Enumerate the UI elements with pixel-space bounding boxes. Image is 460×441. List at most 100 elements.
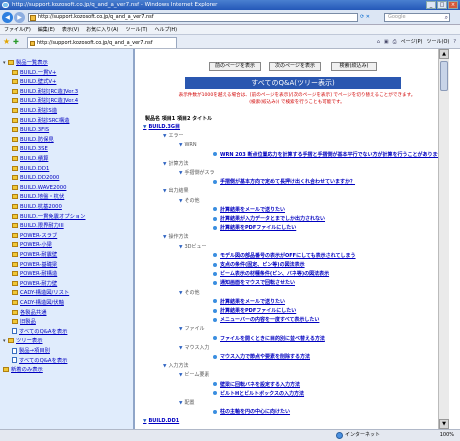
menu-favorites[interactable]: お気に入り(A) xyxy=(86,25,118,34)
favorites-star-icon[interactable]: ★ xyxy=(3,37,10,47)
tree-node[interactable]: ▼ ファイル xyxy=(179,326,204,333)
tree-expand-icon[interactable]: ▼ xyxy=(163,162,166,167)
vertical-scrollbar[interactable]: ▲ ▼ xyxy=(438,49,449,429)
sidebar-item[interactable]: POWER-耐震壁 xyxy=(12,251,57,259)
tree-node[interactable]: ▼ その他 xyxy=(179,198,199,205)
qa-link[interactable]: 計算結果をメールで送りたい xyxy=(213,207,285,214)
tree-expand-icon[interactable]: ▼ xyxy=(179,291,182,296)
sidebar-item[interactable]: 各製品共通 xyxy=(12,309,47,317)
sidebar-item[interactable]: BUILD.防保見 xyxy=(12,136,54,144)
qa-link[interactable]: 計算結果をメールで送りたい xyxy=(213,299,285,306)
minimize-button[interactable]: _ xyxy=(426,1,436,9)
tree-expand-icon[interactable]: ▼ xyxy=(163,364,166,369)
sidebar-item[interactable]: CADY-構造図/伏軸 xyxy=(12,299,64,307)
page-menu[interactable]: ページ(P) xyxy=(401,37,423,47)
tree-expand-icon[interactable]: ▼ xyxy=(179,401,182,406)
sidebar-item[interactable]: POWER-基礎梁 xyxy=(12,261,57,269)
qa-link[interactable]: 通知画面をマウスで回転させたい xyxy=(213,280,295,287)
menu-file[interactable]: ファイル(F) xyxy=(4,25,31,34)
menu-tools[interactable]: ツール(T) xyxy=(126,25,148,34)
sidebar-item[interactable]: すべてのQ&Aを表示 xyxy=(12,357,67,365)
qa-link[interactable]: 計算結果が入力データとまでしか出力されない xyxy=(213,216,325,223)
tree-expand-icon[interactable]: ▼ xyxy=(163,189,166,194)
qa-link[interactable]: ビーム表示の材種条件(ピン、バネ等)の図法表示 xyxy=(213,271,329,278)
tree-expand-icon[interactable]: ▼ xyxy=(179,346,182,351)
scroll-up-icon[interactable]: ▲ xyxy=(439,49,449,59)
tree-node[interactable]: ▼ 手摺側がスラ xyxy=(179,170,214,177)
scroll-thumb[interactable] xyxy=(440,61,448,91)
sidebar-item[interactable]: BUILD.限界耐力III xyxy=(12,222,64,230)
sidebar-item[interactable]: 新着のみ表示 xyxy=(3,366,43,374)
tree-node[interactable]: ▼ 配置 xyxy=(179,400,194,407)
scroll-down-icon[interactable]: ▼ xyxy=(439,419,449,429)
tree-expand-icon[interactable]: ▼ xyxy=(163,235,166,240)
tree-expand-icon[interactable]: ▼ xyxy=(163,134,166,139)
feeds-icon[interactable]: ▣ xyxy=(384,37,389,47)
qa-link[interactable]: 柱の主軸を円の中心に向けたい xyxy=(213,409,290,416)
tree-node[interactable]: ▼ 出力結果 xyxy=(163,188,188,195)
qa-link[interactable]: WRN 203 断点位置応力を計算する手摺と手摺側が基本平行でない方が計算を行う… xyxy=(213,152,447,159)
search-input[interactable]: Google ⌕ xyxy=(384,13,450,22)
qa-link[interactable]: 計算結果をPDFファイルにしたい xyxy=(213,308,296,315)
product-category[interactable]: ▼ BUILD.DD1 xyxy=(143,418,179,425)
tree-expand-icon[interactable]: ▼ xyxy=(143,125,146,130)
tree-expand-icon[interactable]: ▼ xyxy=(179,171,182,176)
maximize-button[interactable]: □ xyxy=(437,1,447,9)
tree-node[interactable]: ▼ 計算方法 xyxy=(163,161,188,168)
refresh-stop-buttons[interactable]: ⟳ ✕ xyxy=(360,13,382,22)
product-category[interactable]: ▼ BUILD.3G目 xyxy=(143,124,180,131)
sidebar-item[interactable]: BUILD.地盤・杭伏 xyxy=(12,193,64,201)
tree-node[interactable]: ▼ マウス入力 xyxy=(179,345,209,352)
search-filter-button[interactable]: 検索(絞込み) xyxy=(331,62,377,71)
sidebar-item[interactable]: BUILD.WAVE2000 xyxy=(12,184,66,192)
tree-expand-icon[interactable]: ▼ xyxy=(179,373,182,378)
sidebar-item[interactable]: BUILD.DD1 xyxy=(12,165,49,173)
sidebar-item[interactable]: BUILD.3FIS xyxy=(12,126,49,134)
menu-help[interactable]: ヘルプ(H) xyxy=(154,25,177,34)
tree-node[interactable]: ▼ その他 xyxy=(179,290,199,297)
qa-link[interactable]: マウス入力で節点や要素を削除する方法 xyxy=(213,354,310,361)
close-button[interactable]: × xyxy=(448,1,458,9)
sidebar-item[interactable]: BUILD.耐診SRC構造 xyxy=(12,117,69,125)
address-bar[interactable]: http://support.kozosoft.co.jp/q_and_a_ve… xyxy=(28,13,358,22)
sidebar-item[interactable]: BUILD.積算 xyxy=(12,155,48,163)
forward-arrow-icon[interactable]: ▶ xyxy=(14,12,25,23)
qa-link[interactable]: 支点の条件(固定、ピン等)の図法表示 xyxy=(213,262,305,269)
search-icon[interactable]: ⌕ xyxy=(445,14,448,21)
sidebar-item[interactable]: すべてのQ&Aを表示 xyxy=(12,328,67,336)
sidebar-item[interactable]: BUILD.耐診[RC造]Ver.3 xyxy=(12,88,78,96)
tree-expand-icon[interactable]: ▼ xyxy=(179,143,182,148)
menu-edit[interactable]: 編集(E) xyxy=(38,25,55,34)
sidebar-item[interactable]: ▾ ツリー表示 xyxy=(3,337,43,345)
tree-expand-icon[interactable]: ▼ xyxy=(179,199,182,204)
sidebar-item[interactable]: POWER-耐力壁 xyxy=(12,280,57,288)
print-icon[interactable]: ⎙ xyxy=(393,37,397,47)
qa-link[interactable]: モデル図の部品番号の表示がOFFにしても表示されてしまう xyxy=(213,253,356,260)
sidebar-item[interactable]: POWER-小梁 xyxy=(12,241,52,249)
tree-node[interactable]: ▼ ビーム要素 xyxy=(179,372,209,379)
sidebar-item[interactable]: BUILD.壁式V+ xyxy=(12,78,56,86)
tree-expand-icon[interactable]: ▼ xyxy=(143,419,146,424)
help-icon[interactable]: ? xyxy=(453,37,456,47)
sidebar-item[interactable]: BUILD.一貫免震オプション xyxy=(12,213,85,221)
tree-node[interactable]: ▼ エラー xyxy=(163,133,183,140)
zoom-level[interactable]: 100% xyxy=(440,430,454,441)
prev-page-button[interactable]: 前のページを表示 xyxy=(209,62,261,71)
sidebar-item[interactable]: POWER-スラブ xyxy=(12,232,57,240)
tree-node[interactable]: ▼ 3Dビュー xyxy=(179,244,207,251)
browser-tab[interactable]: http://support.kozosoft.co.jp/q_and_a_ve… xyxy=(27,37,177,48)
sidebar-item[interactable]: CADY-構造図/リスト xyxy=(12,289,69,297)
sidebar-item[interactable]: 製品→項目別 xyxy=(12,347,50,355)
tree-expand-icon[interactable]: ▼ xyxy=(179,327,182,332)
next-page-button[interactable]: 次のページを表示 xyxy=(269,62,321,71)
sidebar-item[interactable]: BUILD.DD2000 xyxy=(12,174,59,182)
sidebar-item[interactable]: BUILD.耐診[RC造]Ver.4 xyxy=(12,97,78,105)
back-arrow-icon[interactable]: ◀ xyxy=(2,12,13,23)
qa-link[interactable]: ビルトHとビルトボックスの入力方法 xyxy=(213,391,304,398)
sidebar-item[interactable]: BUILD.一貫V+ xyxy=(12,69,56,77)
sidebar-item[interactable]: POWER-耐構造 xyxy=(12,270,57,278)
tools-menu[interactable]: ツール(O) xyxy=(427,37,450,47)
sidebar-item[interactable]: BUILD.杭基2000 xyxy=(12,203,62,211)
tree-node[interactable]: ▼ WRN xyxy=(179,142,197,149)
sidebar-item[interactable]: BUILD.3SE xyxy=(12,145,48,153)
